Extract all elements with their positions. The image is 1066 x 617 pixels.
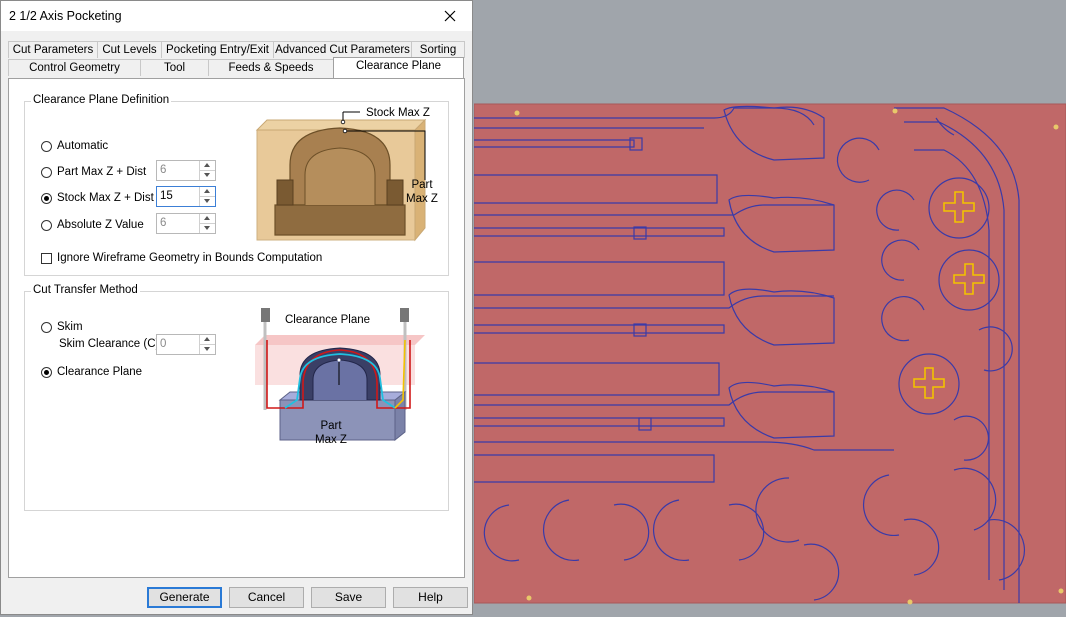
spin-down-icon[interactable] <box>200 345 215 354</box>
spin-down-icon[interactable] <box>200 171 215 180</box>
skim-clearance-label: Skim Clearance (C) <box>59 338 160 350</box>
cut-transfer-method-group: Cut Transfer Method Skim Skim Clearance … <box>24 284 449 511</box>
part-max-z-dist-value[interactable]: 6 <box>160 164 166 176</box>
clearance-plane-illus-label: Clearance Plane <box>285 314 371 326</box>
part-max-z-illus-line1: Part <box>320 420 342 432</box>
skim-label: Skim <box>57 321 83 333</box>
radio-indicator[interactable] <box>41 366 52 378</box>
spin-down-icon[interactable] <box>200 197 215 206</box>
absolute-z-value-input[interactable]: 6 <box>156 213 216 234</box>
ignore-wireframe-checkbox[interactable]: Ignore Wireframe Geometry in Bounds Comp… <box>41 250 322 266</box>
close-button[interactable] <box>430 1 470 31</box>
cut-transfer-method-legend: Cut Transfer Method <box>31 284 140 296</box>
clearance-plane-option-label: Clearance Plane <box>57 366 143 378</box>
ignore-wireframe-label: Ignore Wireframe Geometry in Bounds Comp… <box>57 252 323 264</box>
checkbox-indicator[interactable] <box>41 252 52 264</box>
part-max-z-dist-input[interactable]: 6 <box>156 160 216 181</box>
part-max-z-label-line2: Max Z <box>406 193 438 205</box>
part-max-z-dist-radio[interactable]: Part Max Z + Dist <box>41 164 146 180</box>
radio-indicator[interactable] <box>41 219 52 231</box>
generate-button[interactable]: Generate <box>147 587 222 608</box>
stock-max-z-dist-input[interactable]: 15 <box>156 186 216 207</box>
absolute-z-value-label: Absolute Z Value <box>57 219 144 231</box>
automatic-label: Automatic <box>57 140 109 152</box>
automatic-radio[interactable]: Automatic <box>41 138 108 154</box>
tab-pocketing-entry-exit[interactable]: Pocketing Entry/Exit <box>161 41 274 58</box>
skim-clearance-input[interactable]: 0 <box>156 334 216 355</box>
clearance-plane-radio[interactable]: Clearance Plane <box>41 364 142 380</box>
graphics-viewport[interactable] <box>474 0 1066 617</box>
radio-indicator[interactable] <box>41 192 52 204</box>
tab-tool[interactable]: Tool <box>140 59 209 76</box>
stock-max-z-label: Stock Max Z <box>366 107 430 119</box>
part-max-z-label-line1: Part <box>411 179 433 191</box>
stock-max-z-dist-value[interactable]: 15 <box>160 190 173 202</box>
spin-down-icon[interactable] <box>200 224 215 233</box>
tab-sorting[interactable]: Sorting <box>411 41 465 58</box>
radio-indicator[interactable] <box>41 321 52 333</box>
radio-indicator[interactable] <box>41 166 52 178</box>
radio-indicator[interactable] <box>41 140 52 152</box>
tab-advanced-cut-parameters[interactable]: Advanced Cut Parameters <box>273 41 412 58</box>
clearance-plane-panel: Clearance Plane Definition Automatic Par… <box>8 78 465 578</box>
absolute-z-value-value[interactable]: 6 <box>160 217 166 229</box>
stock-toolpath-view <box>474 103 1066 605</box>
tab-cut-levels[interactable]: Cut Levels <box>97 41 162 58</box>
absolute-z-value-radio[interactable]: Absolute Z Value <box>41 217 144 233</box>
stock-max-z-dist-label: Stock Max Z + Dist <box>57 192 154 204</box>
cancel-button[interactable]: Cancel <box>229 587 304 608</box>
tab-control-geometry[interactable]: Control Geometry <box>8 59 141 76</box>
close-icon <box>444 10 456 22</box>
clearance-plane-definition-legend: Clearance Plane Definition <box>31 94 172 106</box>
skim-radio[interactable]: Skim <box>41 319 83 335</box>
skim-clearance-value[interactable]: 0 <box>160 338 166 350</box>
pocketing-dialog: 2 1/2 Axis Pocketing Cut Parameters Cut … <box>0 0 473 615</box>
tab-feeds-speeds[interactable]: Feeds & Speeds <box>208 59 334 76</box>
part-max-z-illus-line2: Max Z <box>315 434 347 446</box>
clearance-plane-definition-group: Clearance Plane Definition Automatic Par… <box>24 94 449 276</box>
tab-clearance-plane[interactable]: Clearance Plane <box>333 57 464 78</box>
save-button[interactable]: Save <box>311 587 386 608</box>
spin-up-icon[interactable] <box>200 161 215 171</box>
spin-up-icon[interactable] <box>200 335 215 345</box>
stock-max-z-dist-radio[interactable]: Stock Max Z + Dist <box>41 190 154 206</box>
part-max-z-dist-label: Part Max Z + Dist <box>57 166 147 178</box>
dialog-title: 2 1/2 Axis Pocketing <box>9 9 122 23</box>
dialog-titlebar[interactable]: 2 1/2 Axis Pocketing <box>1 1 472 31</box>
spin-up-icon[interactable] <box>200 187 215 197</box>
help-button[interactable]: Help <box>393 587 468 608</box>
spin-up-icon[interactable] <box>200 214 215 224</box>
tab-cut-parameters[interactable]: Cut Parameters <box>8 41 98 58</box>
